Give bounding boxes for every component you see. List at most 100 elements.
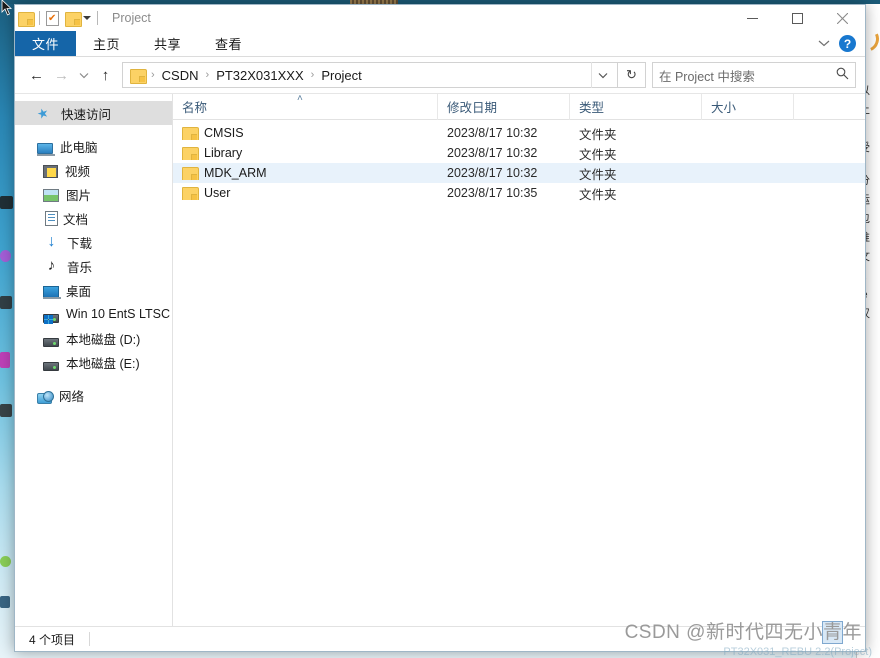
desktop-icon-smudge [0, 196, 13, 209]
sidebar-item-music[interactable]: 音乐 [15, 254, 172, 278]
file-type-cell: 文件夹 [579, 187, 617, 202]
search-box[interactable]: 在 Project 中搜索 [652, 62, 856, 88]
table-row[interactable]: CMSIS 2023/8/17 10:32 文件夹 [173, 123, 865, 143]
column-label: 名称 [182, 101, 208, 115]
breadcrumb-item-project[interactable]: Project [318, 68, 364, 83]
file-name-cell[interactable]: User [173, 186, 438, 200]
sidebar-item-label: 本地磁盘 (D:) [66, 332, 141, 347]
tab-file[interactable]: 文件 [15, 31, 77, 56]
sidebar-item-local-disk-d[interactable]: 本地磁盘 (D:) [15, 326, 172, 350]
drive-icon [43, 337, 59, 347]
help-icon[interactable]: ? [839, 35, 856, 52]
address-folder-icon [130, 68, 147, 84]
sidebar-item-label: 下载 [67, 236, 93, 251]
file-date-cell: 2023/8/17 10:32 [447, 126, 538, 140]
sidebar-item-label: 文档 [63, 212, 89, 227]
column-header-date-modified[interactable]: 修改日期 [438, 93, 570, 120]
sidebar-item-desktop[interactable]: 桌面 [15, 278, 172, 302]
drive-icon [43, 361, 59, 371]
pictures-icon [43, 188, 59, 202]
breadcrumb-item-csdn[interactable]: CSDN [159, 68, 202, 83]
sidebar-item-documents[interactable]: 文档 [15, 206, 172, 230]
desktop-icon-smudge [0, 296, 12, 309]
sidebar-item-network[interactable]: 网络 [15, 383, 172, 407]
breadcrumb-item-pt32x031xxx[interactable]: PT32X031XXX [213, 68, 306, 83]
properties-icon[interactable] [46, 10, 59, 26]
network-icon [37, 390, 54, 404]
column-header-type[interactable]: 类型 [570, 93, 702, 120]
sidebar-item-label: 快速访问 [61, 107, 112, 122]
table-row[interactable]: MDK_ARM 2023/8/17 10:32 文件夹 [173, 163, 865, 183]
search-icon[interactable] [836, 67, 849, 83]
minimize-button[interactable] [730, 5, 775, 31]
tab-share[interactable]: 共享 [137, 31, 198, 56]
window-title: Project [112, 11, 151, 25]
this-pc-icon [37, 142, 55, 156]
sidebar-item-label: 网络 [59, 389, 85, 404]
navigation-pane: 快速访问 此电脑 视频 图片 文档 下载 [15, 94, 173, 626]
file-name: User [204, 186, 231, 200]
documents-icon [45, 210, 58, 226]
sidebar-item-this-pc[interactable]: 此电脑 [15, 134, 172, 158]
file-date-cell: 2023/8/17 10:35 [447, 186, 538, 200]
sidebar-item-label: Win 10 EntS LTSC › [66, 307, 173, 321]
forward-button[interactable]: → [49, 62, 74, 88]
breadcrumb-separator: › [310, 69, 315, 81]
sidebar-item-label: 桌面 [66, 284, 92, 299]
qat-dropdown-icon[interactable] [83, 16, 91, 20]
file-type-cell: 文件夹 [579, 127, 617, 142]
table-row[interactable]: User 2023/8/17 10:35 文件夹 [173, 183, 865, 203]
ribbon-right-controls: ? [818, 31, 865, 56]
sidebar-item-label: 此电脑 [60, 140, 98, 155]
file-date-cell: 2023/8/17 10:32 [447, 146, 538, 160]
column-header-size[interactable]: 大小 [702, 93, 794, 120]
file-name-cell[interactable]: Library [173, 146, 438, 160]
tab-view[interactable]: 查看 [198, 31, 259, 56]
file-date-cell: 2023/8/17 10:32 [447, 166, 538, 180]
file-name: MDK_ARM [204, 166, 267, 180]
address-bar[interactable]: › CSDN › PT32X031XXX › Project [122, 62, 618, 88]
file-name: Library [204, 146, 243, 160]
sidebar-item-videos[interactable]: 视频 [15, 158, 172, 182]
status-divider [89, 632, 91, 646]
folder-icon [182, 166, 199, 180]
qat-separator [97, 11, 98, 25]
address-dropdown-icon[interactable] [591, 62, 613, 88]
pin-icon [37, 105, 54, 121]
sidebar-item-pictures[interactable]: 图片 [15, 182, 172, 206]
recent-locations-icon[interactable] [74, 62, 93, 88]
breadcrumb-separator: › [205, 69, 210, 81]
sidebar-item-label: 图片 [66, 188, 92, 203]
window-controls [730, 5, 865, 31]
file-type-cell: 文件夹 [579, 167, 617, 182]
file-name: CMSIS [204, 126, 244, 140]
folder-icon [182, 126, 199, 140]
file-name-cell[interactable]: MDK_ARM [173, 166, 438, 180]
close-button[interactable] [820, 5, 865, 31]
file-name-cell[interactable]: CMSIS [173, 126, 438, 140]
maximize-button[interactable] [775, 5, 820, 31]
refresh-button[interactable]: ↻ [618, 62, 646, 88]
up-button[interactable]: ↑ [93, 62, 118, 88]
tab-home[interactable]: 主页 [76, 31, 137, 56]
sidebar-item-quick-access[interactable]: 快速访问 [15, 101, 172, 125]
folder-icon [182, 186, 199, 200]
sidebar-item-downloads[interactable]: 下载 [15, 230, 172, 254]
chevron-down-icon[interactable] [818, 38, 830, 50]
table-row[interactable]: Library 2023/8/17 10:32 文件夹 [173, 143, 865, 163]
new-folder-icon[interactable] [65, 11, 82, 27]
window-body: 快速访问 此电脑 视频 图片 文档 下载 [15, 93, 865, 626]
folder-icon[interactable] [18, 11, 35, 27]
back-button[interactable]: ← [24, 62, 49, 88]
column-header-name[interactable]: 名称 ˄ [173, 93, 438, 120]
desktop-icon-smudge [0, 596, 10, 608]
sidebar-item-label: 视频 [65, 164, 91, 179]
videos-icon [43, 164, 58, 178]
sidebar-item-local-disk-e[interactable]: 本地磁盘 (E:) [15, 350, 172, 374]
item-count-label: 4 个项目 [29, 632, 76, 647]
sidebar-item-windows-drive[interactable]: Win 10 EntS LTSC › [15, 302, 172, 326]
file-type-cell: 文件夹 [579, 147, 617, 162]
desktop-icon-smudge [0, 404, 12, 417]
desktop-icon-smudge [0, 556, 11, 567]
